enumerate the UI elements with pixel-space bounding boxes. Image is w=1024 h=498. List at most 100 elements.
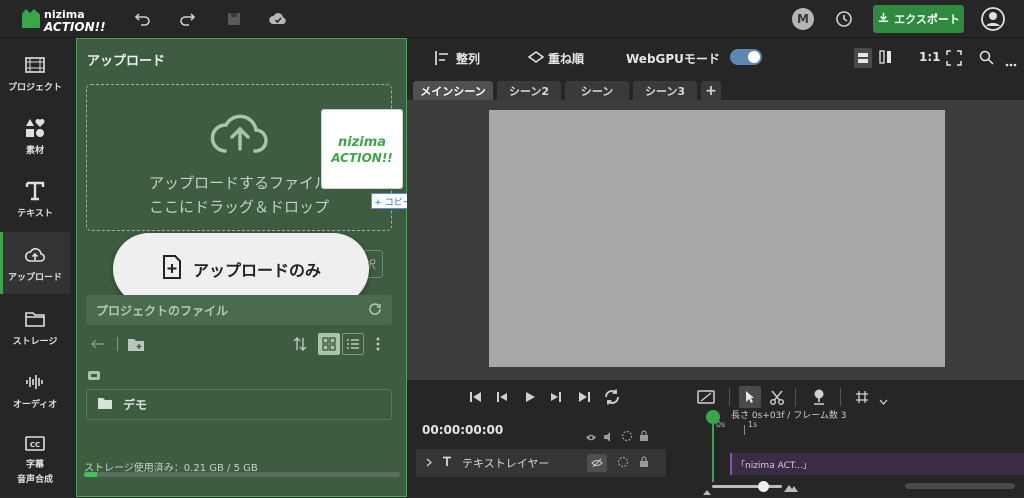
timeline-clip[interactable]: 「nizima ACT...」 <box>730 453 1024 475</box>
sidebar-item-project[interactable]: プロジェクト <box>0 42 70 104</box>
history-icon[interactable] <box>834 9 854 29</box>
cloud-upload-icon <box>209 107 271 158</box>
svg-text:CC: CC <box>30 441 40 449</box>
sidebar-item-assets[interactable]: 素材 <box>0 105 70 167</box>
sidebar-item-label: 字幕 <box>25 460 44 470</box>
sidebar-item-label: テキスト <box>17 208 53 219</box>
cloud-save-icon[interactable] <box>268 9 288 29</box>
layer-solo-icon[interactable] <box>617 456 629 471</box>
ruler-label: 1s <box>748 420 758 429</box>
list-view-icon[interactable] <box>342 333 364 355</box>
select-tool-icon[interactable] <box>739 386 761 408</box>
prev-frame-icon[interactable] <box>495 390 509 407</box>
zoom-slider-knob[interactable] <box>758 481 769 492</box>
user-avatar[interactable]: M <box>792 8 814 30</box>
fit-screen-icon[interactable] <box>946 50 962 69</box>
sort-icon[interactable] <box>293 336 307 355</box>
layer-row[interactable]: テキストレイヤー <box>416 449 666 477</box>
webgpu-toggle[interactable] <box>730 49 762 65</box>
dragged-file-thumbnail[interactable]: nizima ACTION!! <box>321 109 403 189</box>
split-horizontal-icon[interactable] <box>854 48 872 68</box>
sidebar-item-label: プロジェクト <box>7 82 62 93</box>
playhead[interactable] <box>706 410 720 482</box>
grid-view-icon[interactable] <box>318 333 340 355</box>
svg-text:ACTION!!: ACTION!! <box>43 20 106 33</box>
eye-icon[interactable] <box>585 431 597 445</box>
align-button[interactable]: 整列 <box>456 50 480 67</box>
folder-item[interactable]: デモ <box>86 389 392 420</box>
loop-icon[interactable] <box>603 388 621 409</box>
solo-icon[interactable] <box>621 430 633 445</box>
text-icon <box>25 181 45 200</box>
refresh-icon[interactable] <box>368 302 382 319</box>
cloud-upload-icon <box>24 247 46 262</box>
webgpu-label: WebGPUモード <box>626 52 720 66</box>
skip-start-icon[interactable] <box>469 390 483 407</box>
ruler-tick <box>744 425 745 435</box>
play-icon[interactable] <box>523 390 537 407</box>
cc-icon: CC <box>25 436 45 451</box>
panel-title: アップロード <box>87 54 166 69</box>
chevron-down-icon[interactable] <box>879 394 888 408</box>
zoom-icon[interactable] <box>979 50 994 68</box>
save-icon[interactable] <box>224 9 244 29</box>
more-vert-icon[interactable] <box>375 336 381 355</box>
tab-scene-2[interactable]: シーン2 <box>497 81 561 100</box>
divider <box>117 337 118 351</box>
download-icon <box>877 11 890 27</box>
account-icon[interactable] <box>980 6 1006 32</box>
grid-snap-icon[interactable] <box>855 390 869 407</box>
skip-end-icon[interactable] <box>577 390 591 407</box>
split-vertical-icon[interactable] <box>879 50 893 67</box>
redo-icon[interactable] <box>177 9 197 29</box>
folder-icon <box>25 311 45 327</box>
sidebar-item-text[interactable]: テキスト <box>0 168 70 230</box>
hidden-eye-icon[interactable] <box>587 454 608 472</box>
sidebar-item-label: オーディオ <box>12 399 58 410</box>
chevron-right-icon[interactable] <box>426 457 432 470</box>
layers-icon <box>527 50 545 69</box>
zoom-slider[interactable] <box>712 485 782 488</box>
zoom-in-icon[interactable] <box>784 481 798 495</box>
new-folder-icon[interactable] <box>127 336 145 355</box>
order-button[interactable]: 重ね順 <box>548 50 584 67</box>
layer-name: テキストレイヤー <box>462 457 550 470</box>
more-horiz-icon[interactable] <box>1005 56 1017 70</box>
scissors-icon[interactable] <box>769 390 785 409</box>
undo-icon[interactable] <box>133 9 153 29</box>
cloud-folder-icon <box>87 369 101 384</box>
tab-scene[interactable]: シーン <box>565 81 629 100</box>
sidebar-item-storage[interactable]: ストレージ <box>0 296 70 358</box>
timeline-scrollbar[interactable] <box>905 483 1015 489</box>
player-panel <box>407 380 677 497</box>
sidebar-item-audio[interactable]: オーディオ <box>0 359 70 421</box>
tab-scene-3[interactable]: シーン3 <box>633 81 697 100</box>
marker-icon[interactable] <box>812 388 826 409</box>
sidebar-item-label: 素材 <box>25 145 44 156</box>
preview-canvas[interactable] <box>489 110 945 367</box>
nizima-action-logo: nizima ACTION!! <box>330 135 393 165</box>
divider <box>840 388 841 406</box>
back-arrow-icon[interactable] <box>90 337 106 354</box>
folder-icon <box>97 397 113 413</box>
app-logo[interactable]: nizima ACTION!! <box>20 5 110 34</box>
lock-icon[interactable] <box>639 430 649 445</box>
layer-lock-icon[interactable] <box>639 455 649 471</box>
transition-icon[interactable] <box>697 390 715 407</box>
editor-toolbar: 整列 重ね順 WebGPUモード 1:1 <box>407 38 1024 78</box>
project-files-header[interactable]: プロジェクトのファイル <box>86 295 392 325</box>
playhead-handle[interactable] <box>706 410 720 424</box>
sidebar-item-subtitles[interactable]: CC 字幕 音声合成 <box>0 428 70 490</box>
text-layer-icon <box>442 456 452 470</box>
folder-name: デモ <box>123 398 148 412</box>
add-scene-button[interactable]: + <box>701 81 721 100</box>
timeline-panel <box>677 380 1024 497</box>
sidebar-item-upload[interactable]: アップロード <box>0 232 70 294</box>
storage-usage-bar <box>84 472 400 477</box>
ratio-button[interactable]: 1:1 <box>919 50 941 64</box>
tab-main-scene[interactable]: メインシーン <box>413 81 493 100</box>
next-frame-icon[interactable] <box>549 390 563 407</box>
export-button[interactable]: エクスポート <box>873 5 964 33</box>
zoom-out-icon[interactable] <box>703 484 711 498</box>
audio-icon[interactable] <box>603 431 615 445</box>
